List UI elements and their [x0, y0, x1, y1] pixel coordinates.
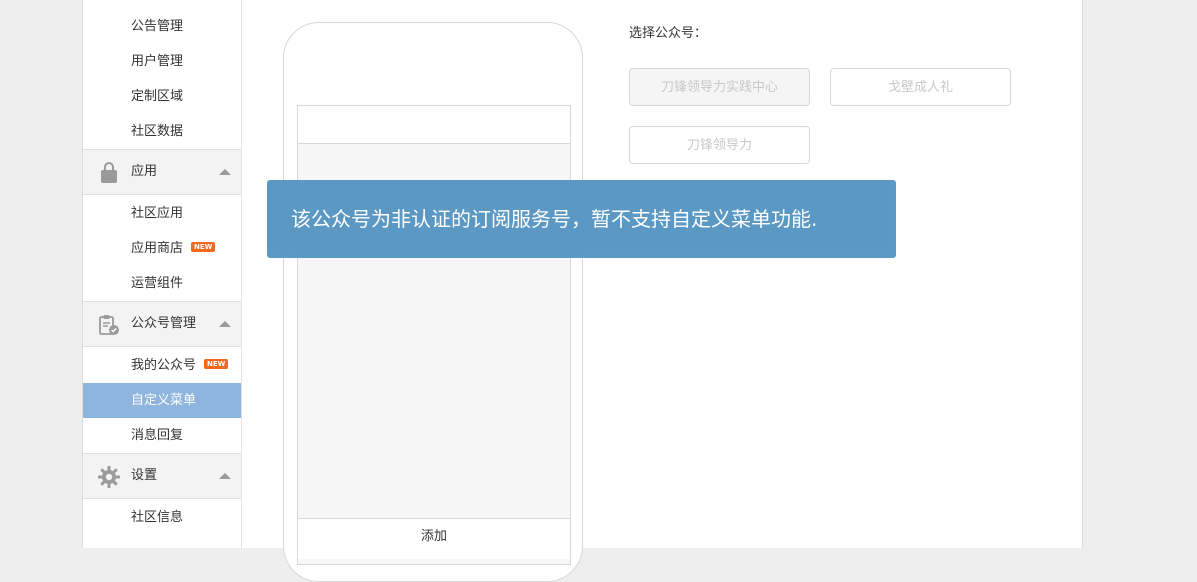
page-container: 公告管理 用户管理 定制区域 社区数据 应用 社区应用 应用商店 NEW 运营组件 [82, 0, 1083, 582]
sidebar-item-community-info[interactable]: 社区信息 [83, 500, 241, 535]
gear-icon [98, 466, 120, 488]
sidebar-item-community-data[interactable]: 社区数据 [83, 114, 241, 149]
sidebar-item-custom-menu[interactable]: 自定义菜单 [83, 383, 241, 418]
sidebar-item-announcements[interactable]: 公告管理 [83, 9, 241, 44]
sidebar-group-label: 设置 [131, 468, 158, 483]
phone-header-bar [298, 106, 570, 144]
shopping-bag-icon [101, 162, 117, 183]
account-button-daofeng-leadership[interactable]: 刀锋领导力 [629, 126, 810, 164]
account-button-gobi-coming-of-age[interactable]: 戈壁成人礼 [830, 68, 1011, 106]
sidebar-item-community-apps[interactable]: 社区应用 [83, 196, 241, 231]
toast-message: 该公众号为非认证的订阅服务号，暂不支持自定义菜单功能. [291, 207, 818, 231]
new-badge: NEW [204, 358, 229, 369]
notice-toast: 该公众号为非认证的订阅服务号，暂不支持自定义菜单功能. [267, 180, 896, 258]
sidebar-item-message-reply[interactable]: 消息回复 [83, 418, 241, 453]
new-badge: NEW [191, 241, 216, 252]
sidebar: 公告管理 用户管理 定制区域 社区数据 应用 社区应用 应用商店 NEW 运营组件 [83, 0, 242, 548]
clipboard-check-icon [99, 315, 119, 335]
sidebar-item-custom-area[interactable]: 定制区域 [83, 79, 241, 114]
account-button-daofeng-practice-center[interactable]: 刀锋领导力实践中心 [629, 68, 810, 106]
add-menu-button[interactable]: 添加 [298, 519, 570, 555]
sidebar-group-settings[interactable]: 设置 [83, 453, 241, 499]
sidebar-item-app-store[interactable]: 应用商店 NEW [83, 231, 241, 266]
select-account-label: 选择公众号： [629, 26, 708, 41]
sidebar-group-apps[interactable]: 应用 [83, 149, 241, 195]
sidebar-group-label: 公众号管理 [131, 316, 197, 331]
phone-menu-bar: 添加 [298, 518, 570, 559]
collapse-caret-icon[interactable] [219, 473, 231, 479]
sidebar-item-users[interactable]: 用户管理 [83, 44, 241, 79]
phone-screen: 添加 [297, 105, 571, 565]
collapse-caret-icon[interactable] [219, 321, 231, 327]
sidebar-group-label: 应用 [131, 164, 158, 179]
sidebar-item-operation-widgets[interactable]: 运营组件 [83, 266, 241, 301]
collapse-caret-icon[interactable] [219, 169, 231, 175]
sidebar-item-my-accounts[interactable]: 我的公众号 NEW [83, 348, 241, 383]
sidebar-group-official-accounts[interactable]: 公众号管理 [83, 301, 241, 347]
